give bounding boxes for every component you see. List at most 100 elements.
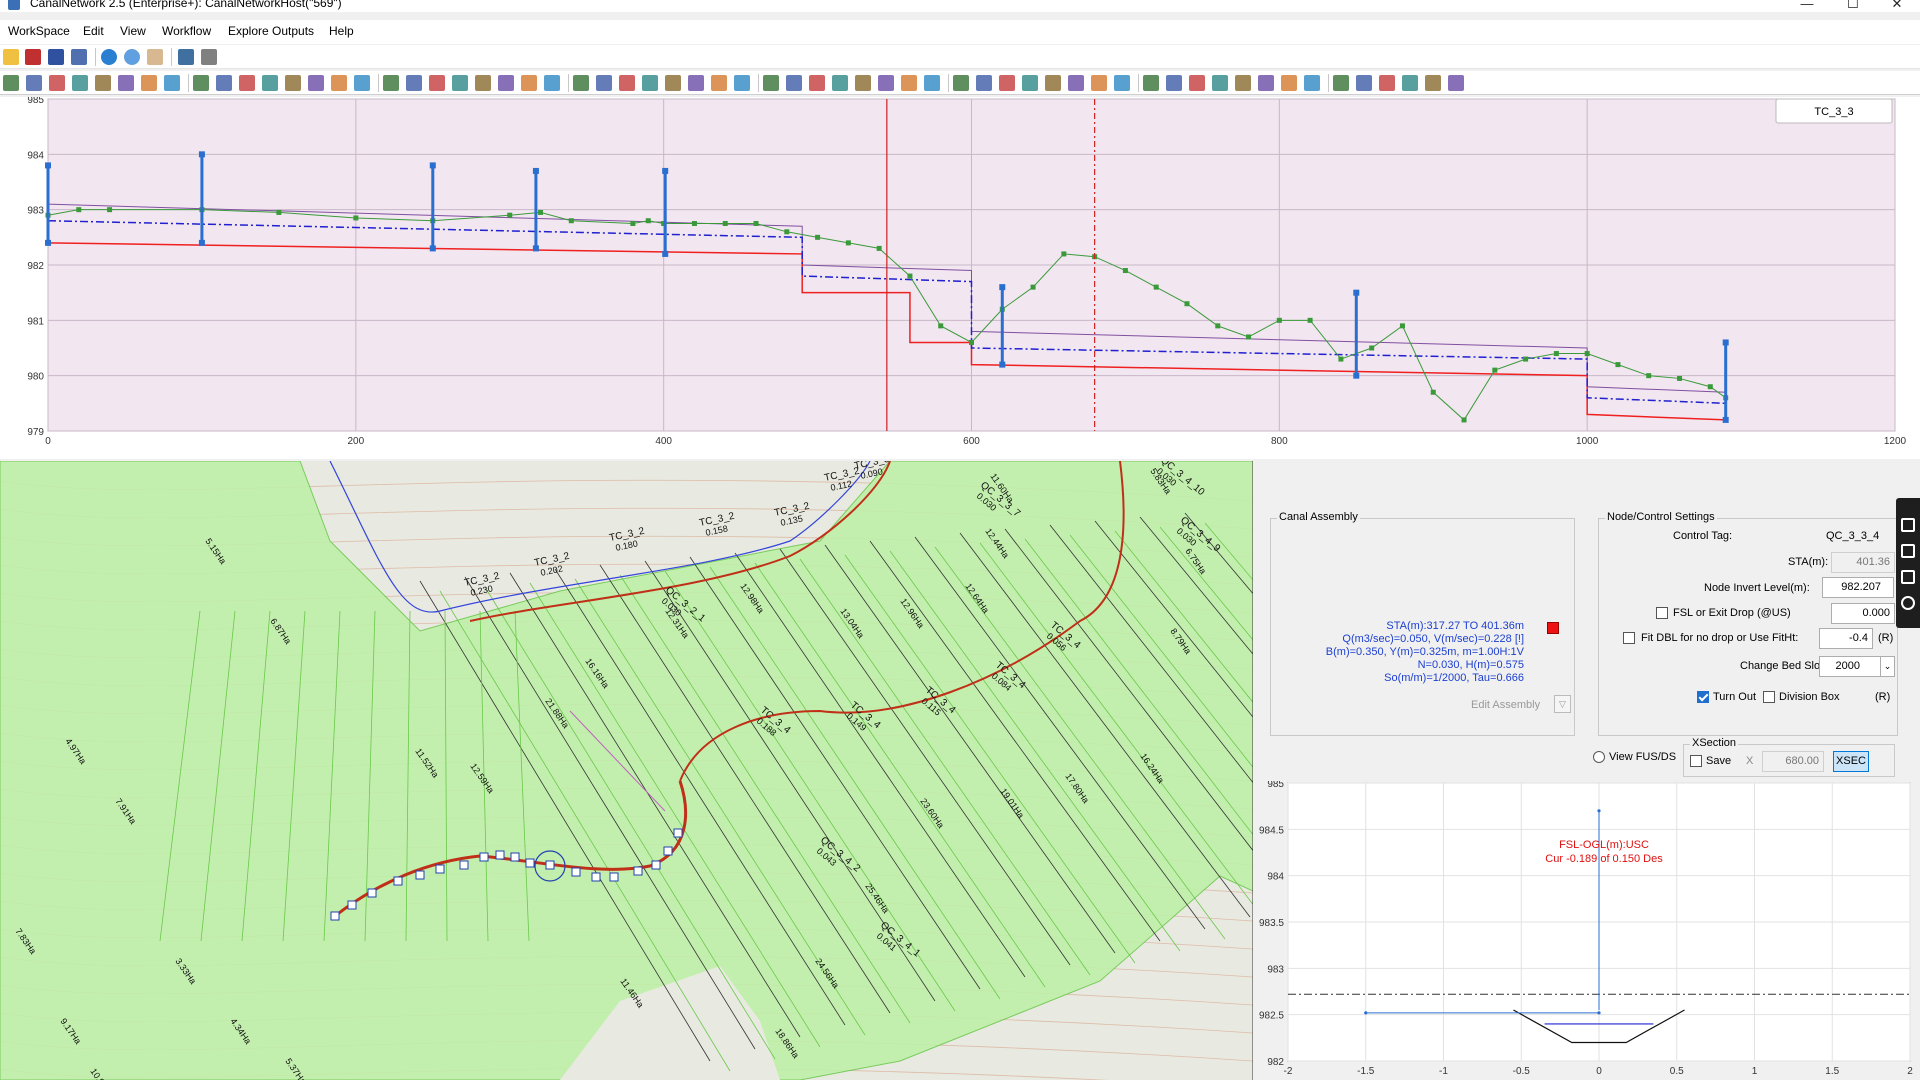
toolbar-tool-icon[interactable]: [1235, 75, 1251, 91]
toolbar-tool-icon[interactable]: [665, 75, 681, 91]
toolbar-tool-icon[interactable]: [924, 75, 940, 91]
toolbar-tool-icon[interactable]: [1281, 75, 1297, 91]
toolbar-tool-icon[interactable]: [1356, 75, 1372, 91]
toolbar-tool-icon[interactable]: [285, 75, 301, 91]
menu-help[interactable]: Help: [329, 24, 354, 38]
toolbar-tool-icon[interactable]: [118, 75, 134, 91]
camera-icon[interactable]: [1901, 518, 1915, 532]
toolbar-tool-icon[interactable]: [809, 75, 825, 91]
zoom-in-icon[interactable]: [101, 49, 117, 65]
window-icon[interactable]: [1901, 570, 1915, 584]
toolbar-tool-icon[interactable]: [878, 75, 894, 91]
toolbar-tool-icon[interactable]: [544, 75, 560, 91]
toolbar-tool-icon[interactable]: [976, 75, 992, 91]
settings-icon[interactable]: [1901, 596, 1915, 610]
toolbar-tool-icon[interactable]: [475, 75, 491, 91]
toolbar-tool-icon[interactable]: [452, 75, 468, 91]
toolbar-tool-icon[interactable]: [498, 75, 514, 91]
fsl-exit-drop-field[interactable]: 0.000: [1831, 603, 1895, 624]
minimize-button[interactable]: —: [1784, 0, 1830, 11]
toolbar-tool-icon[interactable]: [1045, 75, 1061, 91]
pointer-icon[interactable]: [201, 49, 217, 65]
toolbar-tool-icon[interactable]: [688, 75, 704, 91]
toolbar-tool-icon[interactable]: [262, 75, 278, 91]
toolbar-tool-icon[interactable]: [193, 75, 209, 91]
toolbar-tool-icon[interactable]: [1068, 75, 1084, 91]
toolbar-tool-icon[interactable]: [734, 75, 750, 91]
toolbar-tool-icon[interactable]: [141, 75, 157, 91]
toolbar-tool-icon[interactable]: [999, 75, 1015, 91]
toolbar-tool-icon[interactable]: [383, 75, 399, 91]
maximize-button[interactable]: ☐: [1830, 0, 1876, 12]
fit-ht-field[interactable]: -0.4: [1819, 628, 1873, 649]
toolbar-tool-icon[interactable]: [72, 75, 88, 91]
map-canvas[interactable]: TC_3_20.230TC_3_20.202TC_3_20.180TC_3_20…: [0, 461, 1253, 1080]
save-icon[interactable]: [48, 49, 64, 65]
toolbar-tool-icon[interactable]: [406, 75, 422, 91]
view-fus-ds-radio[interactable]: [1593, 751, 1605, 763]
toolbar-tool-icon[interactable]: [1189, 75, 1205, 91]
menu-workspace[interactable]: WorkSpace: [8, 24, 70, 38]
toolbar-tool-icon[interactable]: [3, 75, 19, 91]
toolbar-tool-icon[interactable]: [1114, 75, 1130, 91]
fsl-exit-drop-checkbox[interactable]: [1656, 607, 1668, 619]
toolbar-tool-icon[interactable]: [239, 75, 255, 91]
division-box-checkbox[interactable]: [1763, 691, 1775, 703]
toolbar-tool-icon[interactable]: [1212, 75, 1228, 91]
menu-explore-outputs[interactable]: Explore Outputs: [228, 24, 314, 38]
toolbar-tool-icon[interactable]: [596, 75, 612, 91]
toolbar-tool-icon[interactable]: [429, 75, 445, 91]
cross-section-chart[interactable]: 982 982.5 983 983.5 984 984.5 985 -2 -1.5 -1 -0.5 0…: [1255, 781, 1920, 1080]
fit-dbl-checkbox[interactable]: [1623, 632, 1635, 644]
toolbar-tool-icon[interactable]: [1166, 75, 1182, 91]
save-red-icon[interactable]: [25, 49, 41, 65]
menu-view[interactable]: View: [120, 24, 146, 38]
toolbar-tool-icon[interactable]: [855, 75, 871, 91]
toolbar-tool-icon[interactable]: [521, 75, 537, 91]
toolbar-tool-icon[interactable]: [95, 75, 111, 91]
longitudinal-profile-panel[interactable]: 979 980 981 982 983 984 985 0 200 400 600 800 1000 12…: [0, 95, 1920, 459]
profile-chart[interactable]: 979 980 981 982 983 984 985 0 200 400 600 800 1000 12…: [0, 95, 1920, 459]
bed-slope-select[interactable]: 2000: [1819, 656, 1881, 677]
toolbar-tool-icon[interactable]: [1143, 75, 1159, 91]
toolbar-tool-icon[interactable]: [763, 75, 779, 91]
map-view[interactable]: TC_3_2 0.230 TC_3_2 0.202 TC_3_2 0.180 TC_3_2 0…: [0, 461, 1253, 1080]
zoom-extents-icon[interactable]: [124, 49, 140, 65]
toolbar-tool-icon[interactable]: [1091, 75, 1107, 91]
bed-slope-dropdown-icon[interactable]: ⌄: [1880, 656, 1895, 677]
select-window-icon[interactable]: [178, 49, 194, 65]
xsection-save-checkbox[interactable]: [1690, 755, 1702, 767]
open-folder-icon[interactable]: [3, 49, 19, 65]
toolbar-tool-icon[interactable]: [1333, 75, 1349, 91]
video-icon[interactable]: [1901, 544, 1915, 558]
toolbar-tool-icon[interactable]: [216, 75, 232, 91]
turn-out-checkbox[interactable]: [1697, 691, 1709, 703]
toolbar-tool-icon[interactable]: [901, 75, 917, 91]
toolbar-tool-icon[interactable]: [1402, 75, 1418, 91]
toolbar-tool-icon[interactable]: [1379, 75, 1395, 91]
toolbar-tool-icon[interactable]: [308, 75, 324, 91]
node-invert-field[interactable]: 982.207: [1822, 577, 1894, 598]
toolbar-tool-icon[interactable]: [953, 75, 969, 91]
close-button[interactable]: ✕: [1874, 0, 1920, 12]
toolbar-tool-icon[interactable]: [1304, 75, 1320, 91]
toolbar-tool-icon[interactable]: [619, 75, 635, 91]
toolbar-tool-icon[interactable]: [1425, 75, 1441, 91]
toolbar-tool-icon[interactable]: [164, 75, 180, 91]
toolbar-tool-icon[interactable]: [786, 75, 802, 91]
toolbar-tool-icon[interactable]: [1022, 75, 1038, 91]
edit-assembly-dropdown[interactable]: ▽: [1554, 695, 1571, 713]
menu-edit[interactable]: Edit: [83, 24, 104, 38]
toolbar-tool-icon[interactable]: [354, 75, 370, 91]
toolbar-tool-icon[interactable]: [1448, 75, 1464, 91]
toolbar-tool-icon[interactable]: [331, 75, 347, 91]
pan-hand-icon[interactable]: [147, 49, 163, 65]
toolbar-tool-icon[interactable]: [26, 75, 42, 91]
toolbar-tool-icon[interactable]: [573, 75, 589, 91]
toolbar-tool-icon[interactable]: [832, 75, 848, 91]
toolbar-tool-icon[interactable]: [711, 75, 727, 91]
toolbar-tool-icon[interactable]: [49, 75, 65, 91]
menu-workflow[interactable]: Workflow: [162, 24, 211, 38]
toolbar-tool-icon[interactable]: [1258, 75, 1274, 91]
list-icon[interactable]: [71, 49, 87, 65]
